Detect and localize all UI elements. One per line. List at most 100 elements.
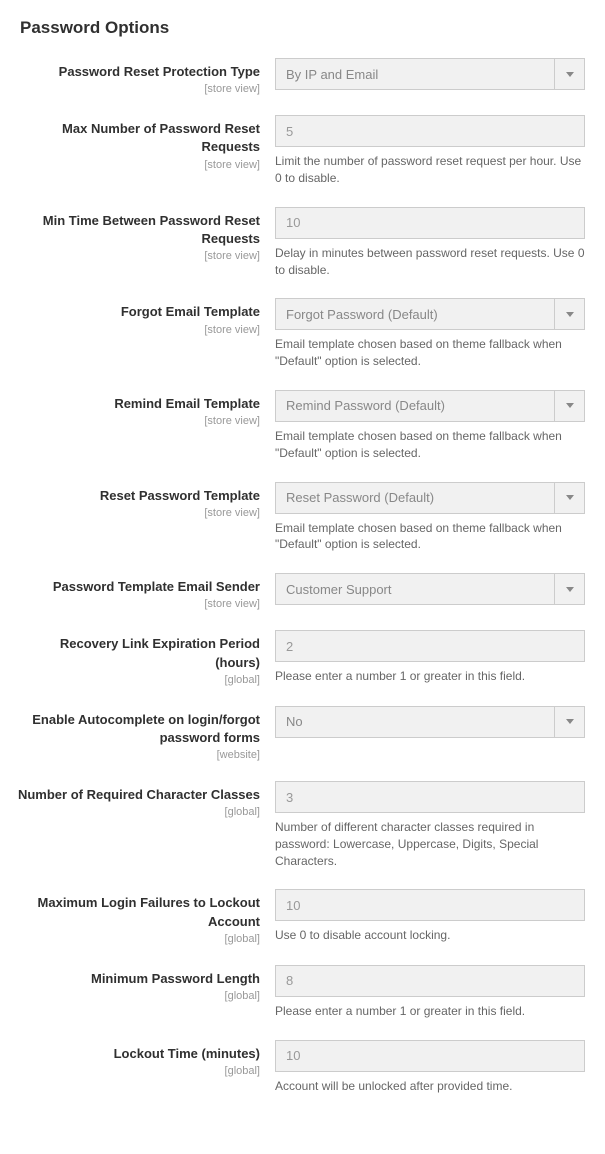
select-value: Forgot Password (Default) [276,307,554,322]
field-note: Use 0 to disable account locking. [275,927,585,944]
field-input-col: Limit the number of password reset reque… [275,115,585,187]
field-input-col: Account will be unlocked after provided … [275,1040,585,1095]
field-note: Please enter a number 1 or greater in th… [275,1003,585,1020]
min-length-input[interactable] [275,965,585,997]
recovery-expiration-input[interactable] [275,630,585,662]
field-input-col: Customer Support [275,573,585,605]
reset-template-select[interactable]: Reset Password (Default) [275,482,585,514]
field-scope: [store view] [15,83,260,95]
chevron-down-icon [554,59,584,89]
field-scope: [store view] [15,598,260,610]
field-note: Email template chosen based on theme fal… [275,520,585,554]
select-value: No [276,714,554,729]
field-input-col: Remind Password (Default) Email template… [275,390,585,462]
field-label-col: Minimum Password Length [global] [15,965,275,1002]
field-label-col: Reset Password Template [store view] [15,482,275,519]
field-label-col: Number of Required Character Classes [gl… [15,781,275,818]
char-classes-input[interactable] [275,781,585,813]
select-value: Customer Support [276,582,554,597]
field-label: Max Number of Password Reset Requests [15,120,260,156]
field-label: Min Time Between Password Reset Requests [15,212,260,248]
field-recovery-expiration: Recovery Link Expiration Period (hours) … [15,630,590,685]
chevron-down-icon [554,483,584,513]
field-scope: [global] [15,674,260,686]
field-lockout-time: Lockout Time (minutes) [global] Account … [15,1040,590,1095]
field-input-col: Please enter a number 1 or greater in th… [275,630,585,685]
field-input-col: Please enter a number 1 or greater in th… [275,965,585,1020]
field-input-col: Forgot Password (Default) Email template… [275,298,585,370]
min-time-input[interactable] [275,207,585,239]
field-label-col: Recovery Link Expiration Period (hours) … [15,630,275,685]
field-min-length: Minimum Password Length [global] Please … [15,965,590,1020]
field-note: Email template chosen based on theme fal… [275,336,585,370]
field-reset-template: Reset Password Template [store view] Res… [15,482,590,554]
autocomplete-select[interactable]: No [275,706,585,738]
field-input-col: No [275,706,585,738]
field-input-col: Use 0 to disable account locking. [275,889,585,944]
section-title: Password Options [0,0,605,48]
field-scope: [global] [15,990,260,1002]
field-input-col: By IP and Email [275,58,585,90]
field-scope: [global] [15,806,260,818]
field-scope: [store view] [15,324,260,336]
field-email-sender: Password Template Email Sender [store vi… [15,573,590,610]
field-max-requests: Max Number of Password Reset Requests [s… [15,115,590,187]
form-container: Password Reset Protection Type [store vi… [0,48,605,1134]
field-label: Lockout Time (minutes) [15,1045,260,1063]
protection-type-select[interactable]: By IP and Email [275,58,585,90]
field-min-time: Min Time Between Password Reset Requests… [15,207,590,279]
chevron-down-icon [554,391,584,421]
field-scope: [global] [15,1065,260,1077]
field-label-col: Min Time Between Password Reset Requests… [15,207,275,262]
max-failures-input[interactable] [275,889,585,921]
field-label-col: Password Template Email Sender [store vi… [15,573,275,610]
field-input-col: Delay in minutes between password reset … [275,207,585,279]
field-label: Reset Password Template [15,487,260,505]
field-label: Enable Autocomplete on login/forgot pass… [15,711,260,747]
field-scope: [global] [15,933,260,945]
field-scope: [website] [15,749,260,761]
chevron-down-icon [554,299,584,329]
max-requests-input[interactable] [275,115,585,147]
field-note: Number of different character classes re… [275,819,585,869]
chevron-down-icon [554,707,584,737]
forgot-template-select[interactable]: Forgot Password (Default) [275,298,585,330]
field-forgot-template: Forgot Email Template [store view] Forgo… [15,298,590,370]
field-autocomplete: Enable Autocomplete on login/forgot pass… [15,706,590,761]
field-label-col: Remind Email Template [store view] [15,390,275,427]
lockout-time-input[interactable] [275,1040,585,1072]
field-input-col: Reset Password (Default) Email template … [275,482,585,554]
remind-template-select[interactable]: Remind Password (Default) [275,390,585,422]
email-sender-select[interactable]: Customer Support [275,573,585,605]
field-label: Remind Email Template [15,395,260,413]
field-label-col: Max Number of Password Reset Requests [s… [15,115,275,170]
field-scope: [store view] [15,159,260,171]
field-note: Account will be unlocked after provided … [275,1078,585,1095]
field-scope: [store view] [15,250,260,262]
field-label: Maximum Login Failures to Lockout Accoun… [15,894,260,930]
field-label: Number of Required Character Classes [15,786,260,804]
select-value: Reset Password (Default) [276,490,554,505]
field-scope: [store view] [15,415,260,427]
field-note: Please enter a number 1 or greater in th… [275,668,585,685]
field-note: Delay in minutes between password reset … [275,245,585,279]
field-note: Limit the number of password reset reque… [275,153,585,187]
field-label: Recovery Link Expiration Period (hours) [15,635,260,671]
field-protection-type: Password Reset Protection Type [store vi… [15,58,590,95]
field-remind-template: Remind Email Template [store view] Remin… [15,390,590,462]
field-label-col: Lockout Time (minutes) [global] [15,1040,275,1077]
field-max-failures: Maximum Login Failures to Lockout Accoun… [15,889,590,944]
field-label: Password Reset Protection Type [15,63,260,81]
field-input-col: Number of different character classes re… [275,781,585,869]
field-char-classes: Number of Required Character Classes [gl… [15,781,590,869]
field-label-col: Enable Autocomplete on login/forgot pass… [15,706,275,761]
select-value: Remind Password (Default) [276,398,554,413]
field-label: Minimum Password Length [15,970,260,988]
field-label: Forgot Email Template [15,303,260,321]
field-note: Email template chosen based on theme fal… [275,428,585,462]
field-scope: [store view] [15,507,260,519]
field-label-col: Password Reset Protection Type [store vi… [15,58,275,95]
select-value: By IP and Email [276,67,554,82]
chevron-down-icon [554,574,584,604]
field-label-col: Forgot Email Template [store view] [15,298,275,335]
